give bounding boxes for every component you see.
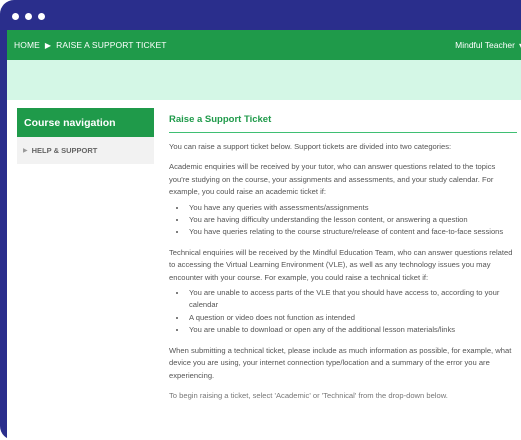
device-frame: HOME ▶ RAISE A SUPPORT TICKET Mindful Te… xyxy=(0,0,521,440)
page-title: Raise a Support Ticket xyxy=(169,108,517,133)
window-dot-icon[interactable] xyxy=(25,13,32,20)
technical-paragraph: Technical enquiries will be received by … xyxy=(169,247,513,282)
sidebar-heading: Course navigation xyxy=(17,108,154,137)
list-item: You are unable to access parts of the VL… xyxy=(187,287,517,312)
list-item: You are unable to download or open any o… xyxy=(187,324,517,336)
top-navigation-bar: HOME ▶ RAISE A SUPPORT TICKET Mindful Te… xyxy=(7,30,521,60)
academic-paragraph: Academic enquiries will be received by y… xyxy=(169,162,496,197)
user-menu[interactable]: Mindful Teacher ▾ xyxy=(455,30,521,60)
chevron-right-icon: ▶ xyxy=(23,148,28,154)
main-content: Raise a Support Ticket You can raise a s… xyxy=(169,108,517,402)
sidebar-item-label: HELP & SUPPORT xyxy=(31,146,98,155)
page-banner xyxy=(7,60,521,100)
intro-paragraph: You can raise a support ticket below. Su… xyxy=(169,142,452,151)
submit-guidance-paragraph: When submitting a technical ticket, plea… xyxy=(169,345,512,380)
window-controls xyxy=(12,13,45,20)
screen: HOME ▶ RAISE A SUPPORT TICKET Mindful Te… xyxy=(7,30,521,440)
list-item: You are having difficulty understanding … xyxy=(187,214,517,226)
breadcrumb: HOME ▶ RAISE A SUPPORT TICKET xyxy=(14,30,167,60)
list-item: You have any queries with assessments/as… xyxy=(187,202,517,214)
academic-list: You have any queries with assessments/as… xyxy=(169,202,517,239)
breadcrumb-home-link[interactable]: HOME xyxy=(14,40,40,50)
list-item: You have queries relating to the course … xyxy=(187,226,517,238)
user-name: Mindful Teacher xyxy=(455,40,515,50)
begin-instructions-paragraph: To begin raising a ticket, select 'Acade… xyxy=(169,390,448,400)
sidebar-item-help-support[interactable]: ▶ HELP & SUPPORT xyxy=(17,137,154,164)
technical-list: You are unable to access parts of the VL… xyxy=(169,287,517,337)
course-navigation-sidebar: Course navigation ▶ HELP & SUPPORT xyxy=(17,108,154,164)
window-dot-icon[interactable] xyxy=(12,13,19,20)
breadcrumb-separator-icon: ▶ xyxy=(44,40,52,50)
list-item: A question or video does not function as… xyxy=(187,312,517,324)
breadcrumb-current: RAISE A SUPPORT TICKET xyxy=(56,40,167,50)
window-dot-icon[interactable] xyxy=(38,13,45,20)
